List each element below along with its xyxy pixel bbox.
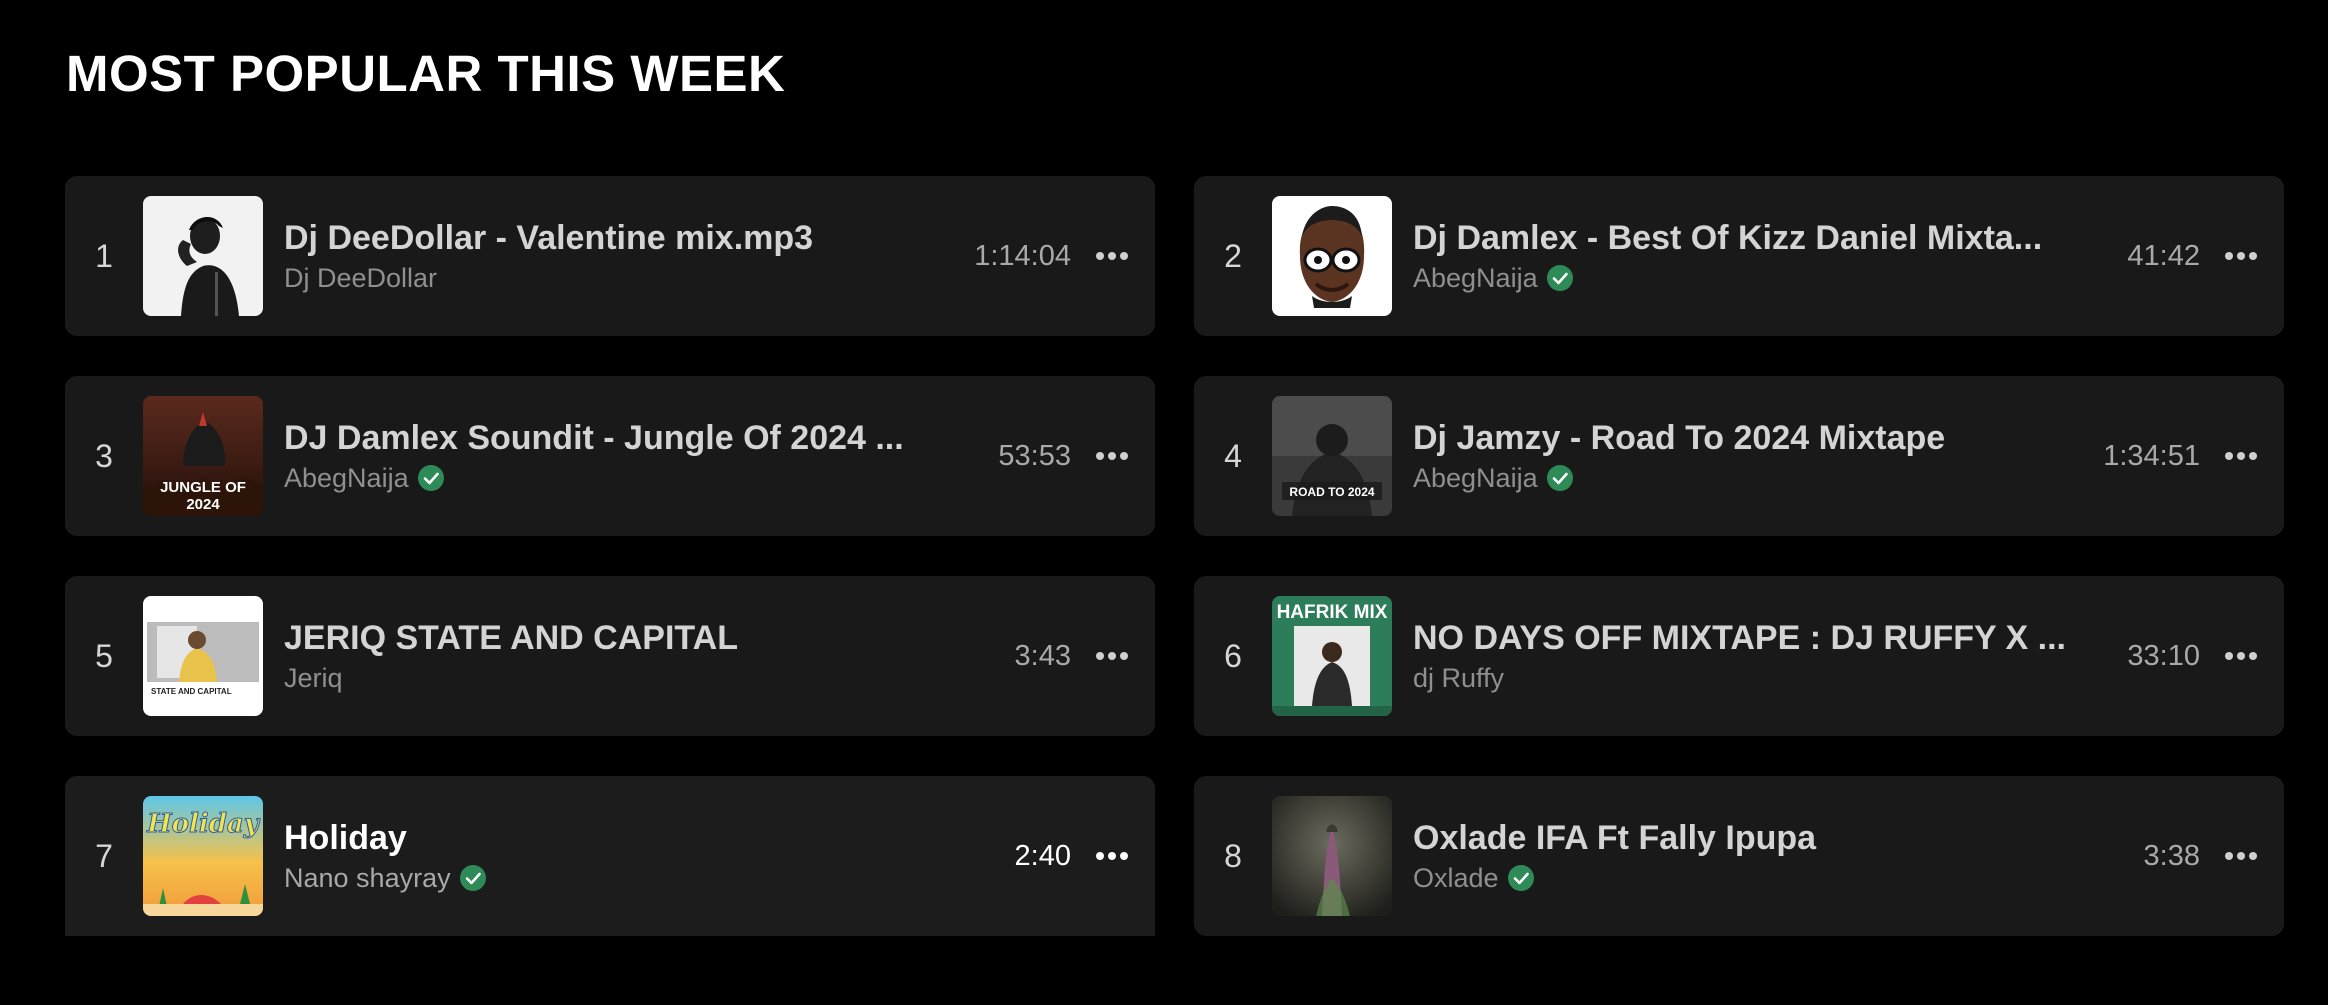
artist-name[interactable]: dj Ruffy: [1413, 661, 1504, 695]
track-title[interactable]: Oxlade IFA Ft Fally Ipupa: [1413, 817, 2120, 859]
track-duration: 1:14:04: [974, 239, 1071, 272]
track-title[interactable]: Holiday: [284, 817, 991, 859]
track-duration: 41:42: [2127, 239, 2200, 272]
more-options-icon[interactable]: [2224, 239, 2258, 273]
track-duration: 3:38: [2143, 839, 2200, 872]
verified-badge-icon: [1546, 264, 1574, 292]
track-card-1[interactable]: 1 Dj DeeDollar - Valentine mix.mp3 Dj De…: [65, 176, 1155, 336]
track-rank: 5: [95, 637, 113, 674]
track-title[interactable]: NO DAYS OFF MIXTAPE : DJ RUFFY X ...: [1413, 617, 2103, 659]
cover-text: 2024: [186, 496, 220, 513]
track-grid: 1 Dj DeeDollar - Valentine mix.mp3 Dj De…: [65, 176, 2284, 936]
more-options-icon[interactable]: [2224, 439, 2258, 473]
album-cover-hafrik-mix[interactable]: HAFRIK MIX: [1272, 596, 1392, 716]
album-cover-holiday[interactable]: Holiday: [143, 796, 263, 916]
track-title[interactable]: Dj Jamzy - Road To 2024 Mixtape: [1413, 417, 2079, 459]
track-duration: 1:34:51: [2103, 439, 2200, 472]
track-rank: 3: [95, 437, 113, 474]
verified-badge-icon: [1507, 864, 1535, 892]
track-rank: 2: [1224, 237, 1242, 274]
track-title[interactable]: DJ Damlex Soundit - Jungle Of 2024 ...: [284, 417, 974, 459]
verified-badge-icon: [417, 464, 445, 492]
album-cover-jungle-of-2024[interactable]: JUNGLE OF 2024: [143, 396, 263, 516]
section-title: MOST POPULAR THIS WEEK: [66, 45, 786, 102]
artist-name[interactable]: AbegNaija: [284, 461, 409, 495]
track-duration: 3:43: [1014, 639, 1071, 672]
track-duration: 2:40: [1014, 839, 1071, 872]
artist-name[interactable]: Dj DeeDollar: [284, 261, 437, 295]
artist-name[interactable]: Jeriq: [284, 661, 343, 695]
artist-name[interactable]: AbegNaija: [1413, 461, 1538, 495]
track-title[interactable]: JERIQ STATE AND CAPITAL: [284, 617, 991, 659]
track-card-2[interactable]: 2 Dj Damlex - Best Of Kizz Daniel Mixta.…: [1194, 176, 2284, 336]
artist-name[interactable]: Nano shayray: [284, 861, 451, 895]
artist-name[interactable]: AbegNaija: [1413, 261, 1538, 295]
cover-text: STATE AND CAPITAL: [151, 687, 232, 696]
track-card-8[interactable]: 8 Oxlade IFA Ft Fally Ipupa Oxlade 3:38: [1194, 776, 2284, 936]
album-cover-damlex-kizz[interactable]: [1272, 196, 1392, 316]
track-rank: 8: [1224, 837, 1242, 874]
more-options-icon[interactable]: [1095, 639, 1129, 673]
track-rank: 4: [1224, 437, 1242, 474]
album-cover-road-to-2024[interactable]: ROAD TO 2024: [1272, 396, 1392, 516]
album-cover-deedollar[interactable]: [143, 196, 263, 316]
track-card-4[interactable]: 4 ROAD TO 2024 Dj Jamzy - Road To 2024 M…: [1194, 376, 2284, 536]
more-options-icon[interactable]: [1095, 239, 1129, 273]
track-card-3[interactable]: 3 JUNGLE OF 2024 DJ Damlex Soundit - Jun…: [65, 376, 1155, 536]
track-title[interactable]: Dj Damlex - Best Of Kizz Daniel Mixta...: [1413, 217, 2103, 259]
track-card-7[interactable]: 7 Holiday Holiday Nano shayray 2:40: [65, 776, 1155, 936]
track-duration: 33:10: [2127, 639, 2200, 672]
track-card-5[interactable]: 5 STATE AND CAPITAL JERIQ STATE AND CAPI…: [65, 576, 1155, 736]
artist-name[interactable]: Oxlade: [1413, 861, 1499, 895]
more-options-icon[interactable]: [2224, 639, 2258, 673]
track-title[interactable]: Dj DeeDollar - Valentine mix.mp3: [284, 217, 950, 259]
track-duration: 53:53: [998, 439, 1071, 472]
more-options-icon[interactable]: [2224, 839, 2258, 873]
track-card-6[interactable]: 6 HAFRIK MIX NO DAYS OFF MIXTAPE : DJ RU…: [1194, 576, 2284, 736]
cover-text: Holiday: [146, 809, 261, 839]
more-options-icon[interactable]: [1095, 839, 1129, 873]
more-options-icon[interactable]: [1095, 439, 1129, 473]
verified-badge-icon: [1546, 464, 1574, 492]
cover-text: ROAD TO 2024: [1289, 485, 1374, 499]
track-rank: 1: [95, 237, 113, 274]
album-cover-oxlade-ifa[interactable]: [1272, 796, 1392, 916]
track-rank: 7: [95, 837, 113, 874]
verified-badge-icon: [459, 864, 487, 892]
cover-text: JUNGLE OF: [160, 479, 246, 496]
cover-text: HAFRIK MIX: [1277, 602, 1388, 623]
track-rank: 6: [1224, 637, 1242, 674]
album-cover-state-and-capital[interactable]: STATE AND CAPITAL: [143, 596, 263, 716]
